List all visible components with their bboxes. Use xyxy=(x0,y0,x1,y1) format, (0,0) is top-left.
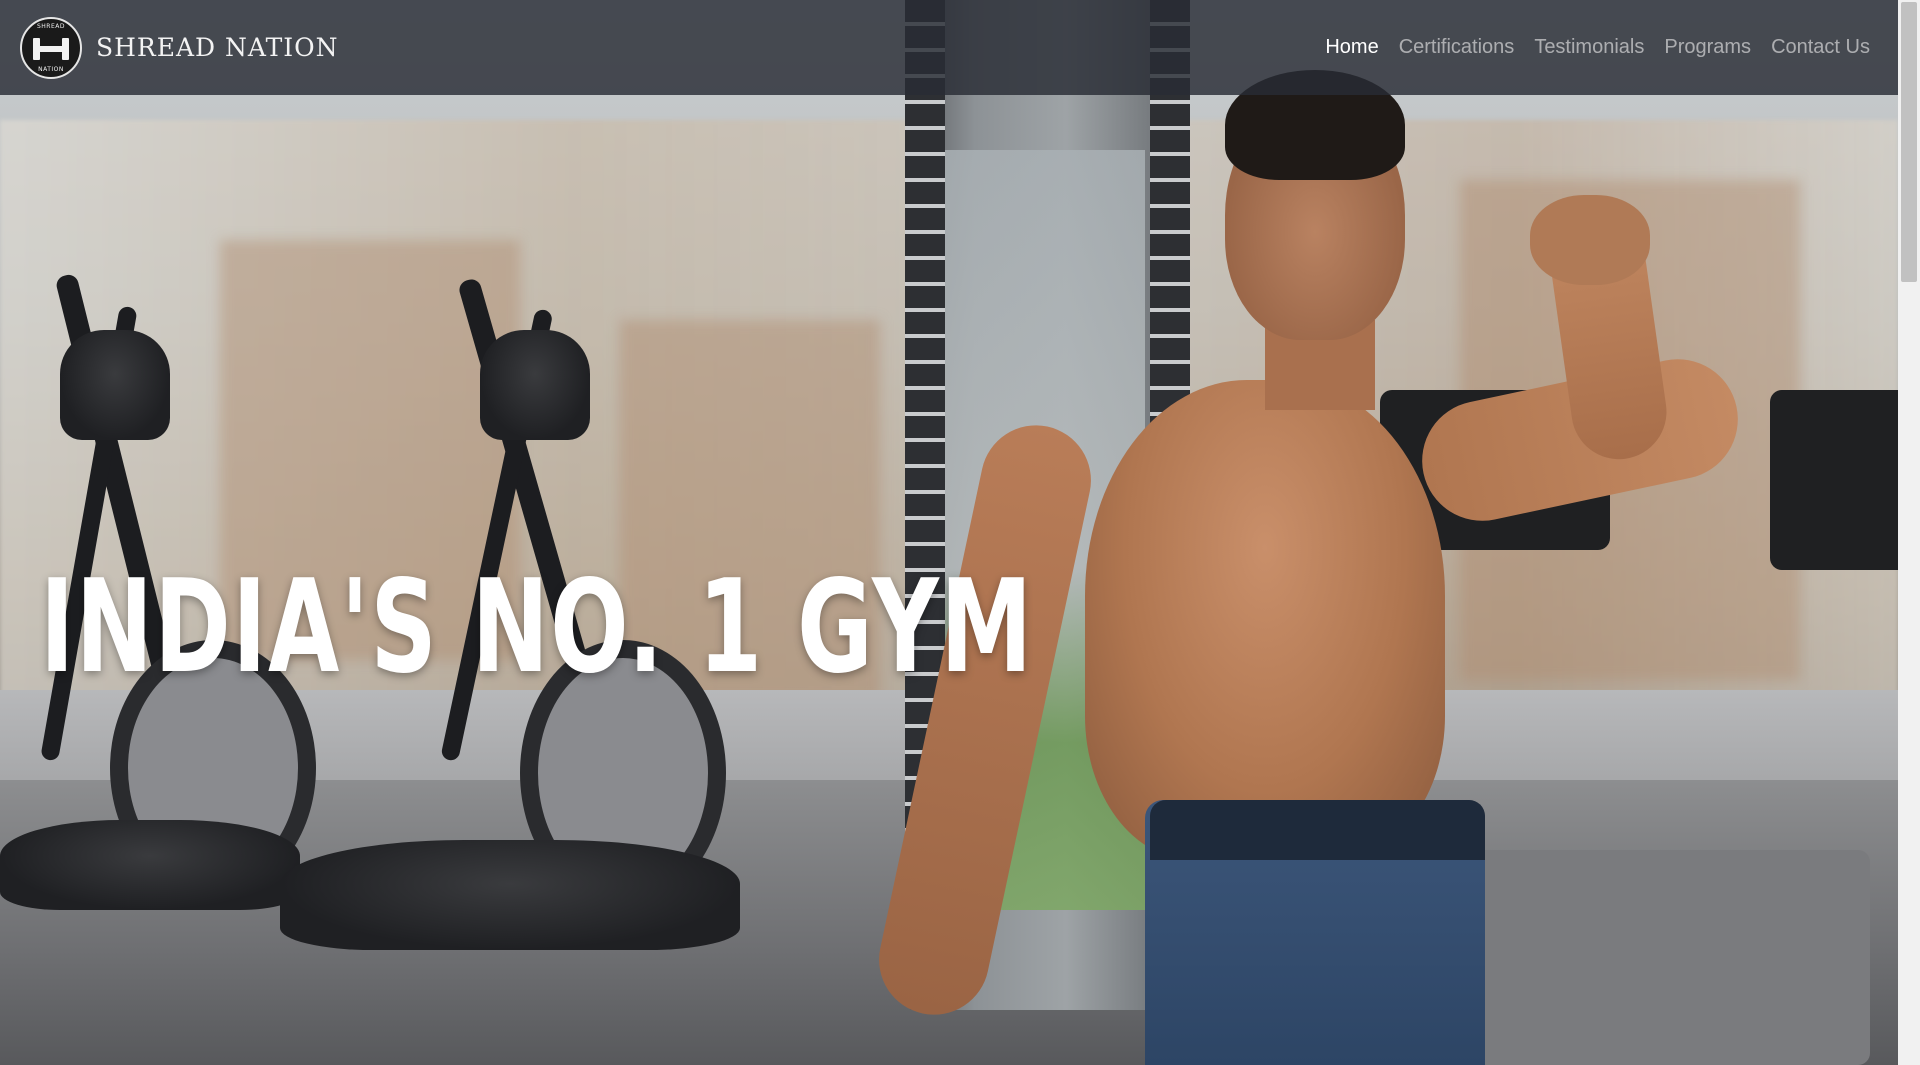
page-scrollbar[interactable] xyxy=(1898,0,1920,1065)
person-waistband xyxy=(1150,800,1485,860)
brand-link[interactable]: SHREAD NATION SHREAD NATION xyxy=(20,16,339,79)
nav-link-certifications[interactable]: Certifications xyxy=(1399,36,1515,59)
machine-base xyxy=(280,840,740,950)
dumbbell-logo-icon: SHREAD NATION xyxy=(20,16,82,79)
nav-link-home[interactable]: Home xyxy=(1325,36,1378,59)
treadmill-deck xyxy=(1450,850,1870,1065)
logo-top-text: SHREAD xyxy=(36,22,65,30)
top-navbar: SHREAD NATION SHREAD NATION Home Certifi… xyxy=(0,0,1898,95)
machine-console xyxy=(480,330,590,440)
scrollbar-thumb[interactable] xyxy=(1901,2,1917,282)
treadmill-console xyxy=(1770,390,1898,570)
machine-base xyxy=(0,820,300,910)
nav-link-testimonials[interactable]: Testimonials xyxy=(1534,36,1644,59)
brand-name[interactable]: SHREAD NATION xyxy=(96,33,339,62)
nav-link-programs[interactable]: Programs xyxy=(1664,36,1751,59)
nav-links: Home Certifications Testimonials Program… xyxy=(1325,36,1870,59)
logo-bottom-text: NATION xyxy=(38,65,64,73)
page: SHREAD NATION SHREAD NATION Home Certifi… xyxy=(0,0,1920,1065)
person-fist xyxy=(1530,195,1650,285)
machine-console xyxy=(60,330,170,440)
logo-plate xyxy=(62,37,69,60)
hero-headline: INDIA'S NO. 1 GYM xyxy=(40,552,1034,702)
hero-image xyxy=(0,0,1898,1065)
nav-link-contact-us[interactable]: Contact Us xyxy=(1771,36,1870,59)
person-torso xyxy=(1085,380,1445,860)
